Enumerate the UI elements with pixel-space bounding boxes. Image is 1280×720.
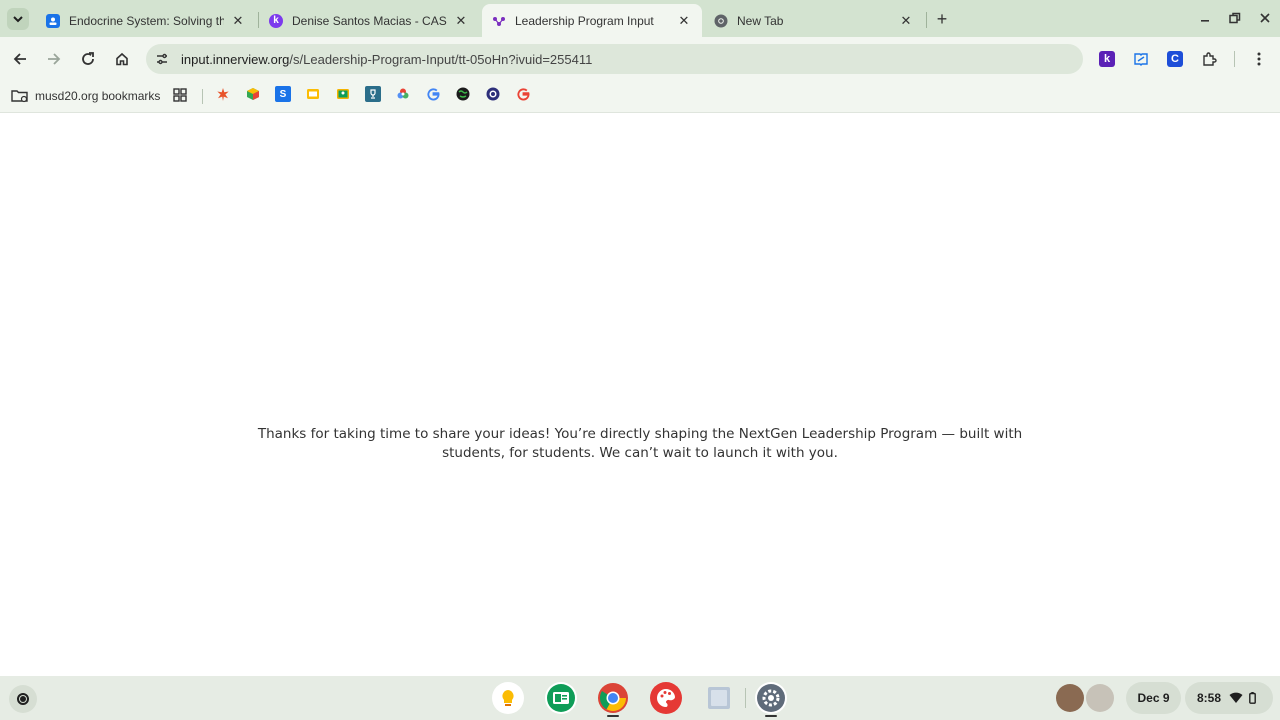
- kami-extension-icon[interactable]: k: [1099, 51, 1115, 67]
- close-icon[interactable]: ✕: [230, 13, 246, 29]
- tab-denise[interactable]: k Denise Santos Macias - CASE S ✕: [259, 4, 479, 37]
- wifi-icon: [1229, 692, 1243, 703]
- launcher-icon: [17, 693, 29, 705]
- tab-newtab[interactable]: New Tab ✕: [704, 4, 924, 37]
- address-bar[interactable]: input.innerview.org/s/Leadership-Program…: [146, 44, 1083, 74]
- chrome-icon: [714, 14, 728, 28]
- avatar: [1086, 684, 1114, 712]
- c-extension-icon[interactable]: C: [1167, 51, 1183, 67]
- restore-icon: [1229, 12, 1241, 24]
- cube-icon[interactable]: [245, 86, 261, 102]
- google-icon[interactable]: [515, 86, 531, 102]
- reload-button[interactable]: [76, 47, 100, 71]
- reload-icon: [82, 52, 94, 65]
- back-button[interactable]: [8, 47, 32, 71]
- tray-avatars[interactable]: [1054, 682, 1120, 714]
- bookmark-folder[interactable]: musd20.org bookmarks: [11, 86, 160, 106]
- close-icon[interactable]: ✕: [898, 13, 914, 29]
- tab-title: Denise Santos Macias - CASE S: [292, 13, 447, 28]
- tab-leadership[interactable]: Leadership Program Input ✕: [482, 4, 702, 37]
- site-info-icon[interactable]: [154, 51, 170, 67]
- tab-search-button[interactable]: [7, 8, 29, 30]
- shelf-divider: [745, 688, 746, 708]
- back-arrow-icon: [13, 53, 26, 65]
- avatar: [1056, 684, 1084, 712]
- battery-icon: [1249, 692, 1256, 704]
- tab-divider: [926, 12, 927, 28]
- tab-title: Leadership Program Input: [515, 13, 654, 28]
- close-icon[interactable]: ✕: [453, 13, 469, 29]
- close-icon: [1260, 13, 1270, 23]
- read-along-extension-icon[interactable]: [1133, 51, 1149, 67]
- settings-icon[interactable]: [755, 682, 787, 714]
- close-window-button[interactable]: [1255, 9, 1275, 27]
- asterisk-icon[interactable]: [215, 86, 231, 102]
- running-indicator: [765, 715, 777, 717]
- circle-app-icon[interactable]: [485, 86, 501, 102]
- thank-you-message: Thanks for taking time to share your ide…: [257, 426, 1023, 461]
- bookmark-folder-label: musd20.org bookmarks: [35, 89, 161, 103]
- forward-arrow-icon: [48, 53, 61, 65]
- managed-folder-icon: [11, 90, 28, 103]
- url-text: input.innerview.org/s/Leadership-Program…: [181, 52, 592, 67]
- toolbar-divider: [1234, 51, 1235, 67]
- classroom-app-icon[interactable]: [545, 682, 577, 714]
- date-text: Dec 9: [1137, 691, 1170, 705]
- restore-button[interactable]: [1225, 9, 1245, 27]
- url-domain: input.innerview.org: [181, 52, 290, 67]
- tab-strip: Endocrine System: Solving the ✕ k Denise…: [0, 0, 1280, 37]
- colorwheel-icon[interactable]: [395, 86, 411, 102]
- new-tab-button[interactable]: +: [932, 9, 952, 29]
- canvas-icon[interactable]: [650, 682, 682, 714]
- tab-endocrine[interactable]: Endocrine System: Solving the ✕: [36, 4, 256, 37]
- forward-button[interactable]: [42, 47, 66, 71]
- browser-toolbar: input.innerview.org/s/Leadership-Program…: [0, 37, 1280, 80]
- home-icon: [116, 52, 128, 66]
- slides-icon[interactable]: [305, 86, 321, 102]
- schoology-icon[interactable]: S: [275, 86, 291, 102]
- minimize-icon: [1201, 20, 1209, 22]
- tab-title: New Tab: [737, 13, 784, 28]
- globe-icon[interactable]: [455, 86, 471, 102]
- classroom-icon[interactable]: [335, 86, 351, 102]
- minimize-button[interactable]: [1195, 9, 1215, 27]
- home-button[interactable]: [110, 47, 134, 71]
- page-content: Thanks for taking time to share your ide…: [0, 113, 1280, 676]
- classroom-icon: [46, 13, 60, 28]
- more-menu-icon[interactable]: [1251, 51, 1267, 67]
- chevron-down-icon: [13, 15, 23, 22]
- close-icon[interactable]: ✕: [676, 13, 692, 29]
- trophy-icon[interactable]: [365, 86, 381, 102]
- status-area[interactable]: 8:58: [1185, 682, 1273, 714]
- google-icon[interactable]: [425, 86, 441, 102]
- running-indicator: [607, 715, 619, 717]
- date-pill[interactable]: Dec 9: [1126, 682, 1181, 714]
- files-icon[interactable]: [703, 682, 735, 714]
- bookmarks-divider: [202, 89, 203, 104]
- bookmarks-bar: musd20.org bookmarks: [0, 80, 1280, 113]
- system-shelf: Dec 9 8:58: [0, 676, 1280, 720]
- keep-icon[interactable]: [492, 682, 524, 714]
- url-path: /s/Leadership-Program-Input/tt-05oHn?ivu…: [289, 52, 593, 67]
- kami-icon: k: [269, 13, 283, 28]
- extensions-puzzle-icon[interactable]: [1201, 51, 1217, 67]
- chrome-icon[interactable]: [597, 682, 629, 714]
- innerview-icon: [492, 14, 506, 28]
- tab-title: Endocrine System: Solving the: [69, 13, 224, 28]
- clock-text: 8:58: [1197, 691, 1222, 705]
- apps-grid-icon[interactable]: [172, 87, 188, 103]
- launcher-button[interactable]: [9, 685, 37, 713]
